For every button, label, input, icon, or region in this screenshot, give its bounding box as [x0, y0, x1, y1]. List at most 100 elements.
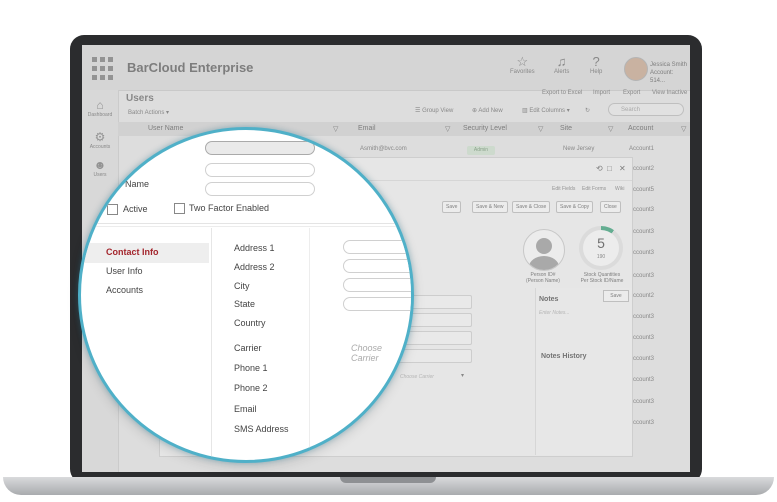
lens-divider	[81, 226, 411, 227]
notes-save-button[interactable]: Save	[603, 290, 629, 302]
help-button[interactable]: ? Help	[590, 54, 603, 76]
col-user-name[interactable]: User Name	[148, 125, 183, 132]
field-email-label: Email	[234, 404, 257, 414]
person-id-label: Person ID# (Person Name)	[523, 272, 563, 284]
batch-actions-label: Batch Actions	[128, 110, 165, 116]
edit-fields-link[interactable]: Edit Fields	[552, 186, 575, 192]
col-site[interactable]: Site	[560, 125, 572, 132]
save-close-button[interactable]: Save & Close	[512, 201, 551, 213]
apps-grid-icon[interactable]	[90, 55, 118, 83]
page-title: Users	[126, 93, 154, 104]
help-label: Help	[590, 69, 603, 75]
home-icon: ⌂	[96, 98, 104, 112]
close-icon[interactable]: ✕	[619, 164, 626, 173]
user-account: Account: 514...	[650, 70, 674, 84]
address1-input[interactable]	[343, 240, 411, 254]
alerts-button[interactable]: ♫ Alerts	[554, 54, 570, 76]
save-new-button[interactable]: Save & New	[472, 201, 508, 213]
carrier-select[interactable]: Choose Carrier	[351, 343, 411, 363]
field-state-label: State	[234, 299, 256, 309]
name-input[interactable]	[205, 182, 315, 196]
save-copy-button[interactable]: Save & Copy	[556, 201, 594, 213]
import-link[interactable]: Import	[593, 90, 610, 96]
edit-columns-button[interactable]: ▥ Edit Columns ▾	[522, 107, 570, 114]
list-icon: ☰	[415, 108, 421, 114]
stock-quantity-ring: 5 190	[579, 226, 623, 270]
lens-column-divider	[309, 228, 310, 460]
nav-user-info[interactable]: User Info	[106, 266, 143, 276]
sidebar-item-users[interactable]: ☻ Users	[82, 158, 118, 178]
person-name-text: (Person Name)	[526, 278, 560, 284]
name-label: Name	[125, 179, 150, 189]
two-factor-checkbox[interactable]	[174, 203, 185, 214]
state-input[interactable]	[343, 297, 411, 311]
view-inactive-link[interactable]: View Inactive	[652, 90, 687, 96]
close-button[interactable]: Close	[600, 201, 621, 213]
sidebar-item-dashboard[interactable]: ⌂ Dashboard	[82, 98, 118, 118]
favorites-button[interactable]: ☆ Favorites	[510, 54, 535, 76]
nav-accounts[interactable]: Accounts	[106, 285, 143, 295]
sidebar-item-accounts[interactable]: ⚙ Accounts	[82, 130, 118, 150]
stock-label: Stock Quantities Per Stock ID/Name	[572, 272, 632, 284]
filter-icon[interactable]: ▽	[333, 125, 338, 133]
user-avatar[interactable]	[624, 57, 648, 81]
magnifier-lens: Name Active Two Factor Enabled Contact I…	[78, 127, 414, 463]
person-head-icon	[536, 238, 552, 254]
users-icon: ☻	[93, 158, 107, 172]
field-address1-label: Address 1	[234, 243, 275, 253]
chevron-down-icon: ▾	[166, 110, 170, 116]
user-info[interactable]: Jessica Smith Account: 514...	[650, 61, 690, 85]
refresh-icon[interactable]: ↻	[585, 107, 590, 114]
active-checkbox[interactable]	[107, 204, 118, 215]
person-photo[interactable]	[523, 229, 565, 271]
batch-actions-dropdown[interactable]: Batch Actions ▾	[128, 109, 169, 116]
star-icon: ☆	[516, 54, 529, 69]
filter-icon[interactable]: ▽	[538, 125, 543, 133]
user-name-input[interactable]	[205, 141, 315, 155]
person-body-icon	[529, 256, 559, 270]
two-factor-label: Two Factor Enabled	[189, 203, 270, 213]
city-input[interactable]	[343, 278, 411, 292]
first-name-input[interactable]	[205, 163, 315, 177]
add-new-button[interactable]: ⊕ Add New	[472, 107, 503, 114]
restore-icon[interactable]: ⟲	[596, 164, 603, 173]
address2-input[interactable]	[343, 259, 411, 273]
filter-icon[interactable]: ▽	[445, 125, 450, 133]
export-excel-link[interactable]: Export to Excel	[542, 90, 582, 96]
favorites-label: Favorites	[510, 69, 535, 75]
stock-sublabel-text: Per Stock ID/Name	[580, 278, 624, 284]
filter-icon[interactable]: ▽	[681, 125, 686, 133]
field-sms-label: SMS Address	[234, 424, 289, 434]
stock-sub: 190	[596, 254, 606, 260]
col-security-level[interactable]: Security Level	[463, 125, 507, 132]
sidebar-item-label: Accounts	[89, 144, 111, 150]
filter-icon[interactable]: ▽	[608, 125, 613, 133]
lens-divider	[81, 223, 411, 224]
save-button[interactable]: Save	[442, 201, 462, 213]
nav-contact-info[interactable]: Contact Info	[106, 247, 159, 257]
alerts-label: Alerts	[554, 69, 570, 75]
notes-history-title: Notes History	[541, 353, 587, 360]
plus-icon: ⊕	[472, 108, 478, 114]
maximize-icon[interactable]: □	[607, 164, 612, 173]
search-input[interactable]: Search	[608, 103, 684, 116]
gear-icon: ⚙	[94, 130, 106, 144]
group-view-label: Group View	[422, 108, 454, 114]
bell-icon: ♫	[556, 54, 567, 69]
table-cell-site: New Jersey	[563, 146, 595, 152]
question-icon: ?	[592, 54, 600, 69]
group-view-button[interactable]: ☰ Group View	[415, 107, 453, 114]
chevron-down-icon: ▾	[566, 108, 570, 114]
col-email[interactable]: Email	[358, 125, 376, 132]
laptop-notch	[340, 477, 436, 483]
bg-carrier-select[interactable]: Choose Carrier	[400, 374, 434, 380]
field-phone1-label: Phone 1	[234, 363, 268, 373]
wiki-link[interactable]: Wiki	[615, 186, 624, 192]
sidebar-item-label: Dashboard	[87, 112, 113, 118]
notes-input[interactable]: Enter Notes...	[539, 310, 570, 316]
edit-forms-link[interactable]: Edit Forms	[582, 186, 606, 192]
app-header: BarCloud Enterprise ☆ Favorites ♫ Alerts…	[82, 45, 690, 91]
col-account[interactable]: Account	[628, 125, 653, 132]
export-link[interactable]: Export	[623, 90, 640, 96]
field-country-label: Country	[234, 318, 266, 328]
